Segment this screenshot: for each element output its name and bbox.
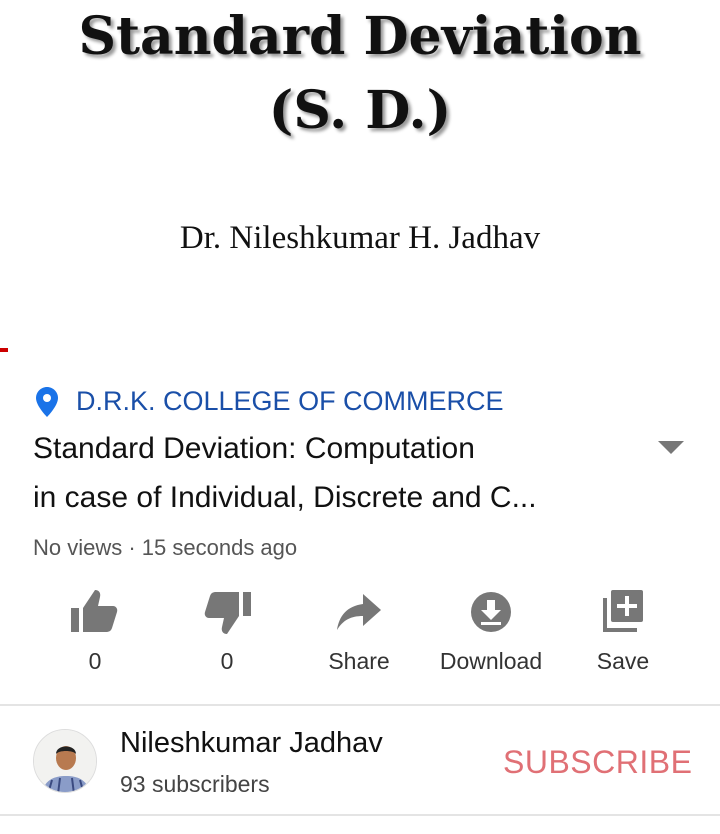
save-button[interactable]: Save — [557, 590, 689, 675]
save-playlist-icon — [603, 590, 643, 632]
save-label: Save — [596, 648, 650, 674]
video-meta: No views · 15 seconds ago — [33, 535, 298, 560]
dislike-count: 0 — [220, 648, 234, 674]
video-title-line1[interactable]: Standard Deviation: Computation — [33, 424, 475, 473]
share-icon — [337, 594, 381, 630]
share-button[interactable]: Share — [293, 590, 425, 675]
download-label: Download — [439, 648, 543, 674]
video-title-line2[interactable]: in case of Individual, Discrete and C... — [33, 473, 537, 522]
thumbs-up-icon — [71, 590, 118, 632]
download-icon — [471, 592, 511, 632]
like-button[interactable]: 0 — [29, 590, 161, 675]
subscribe-button[interactable]: SUBSCRIBE — [503, 744, 692, 781]
location-label: D.R.K. COLLEGE OF COMMERCE — [76, 386, 504, 416]
location-link[interactable]: D.R.K. COLLEGE OF COMMERCE — [36, 386, 504, 417]
slide-author: Dr. Nileshkumar H. Jadhav — [179, 220, 541, 256]
location-pin-icon — [36, 386, 58, 417]
expand-description-icon[interactable] — [658, 441, 684, 454]
divider — [0, 814, 720, 816]
channel-avatar[interactable] — [33, 729, 97, 793]
download-button[interactable]: Download — [425, 590, 557, 675]
like-count: 0 — [88, 648, 102, 674]
channel-name[interactable]: Nileshkumar Jadhav — [120, 727, 383, 760]
dislike-button[interactable]: 0 — [161, 590, 293, 675]
share-label: Share — [328, 648, 390, 674]
subscriber-count: 93 subscribers — [120, 771, 270, 797]
thumbs-down-icon — [204, 592, 251, 634]
video-player[interactable]: Standard Deviation (S. D.) Dr. Nileshkum… — [0, 0, 720, 352]
slide-title-line2: (S. D.) — [268, 80, 452, 141]
video-progress-bar[interactable] — [0, 348, 8, 352]
slide-title-line1: Standard Deviation — [78, 6, 642, 67]
divider — [0, 704, 720, 706]
